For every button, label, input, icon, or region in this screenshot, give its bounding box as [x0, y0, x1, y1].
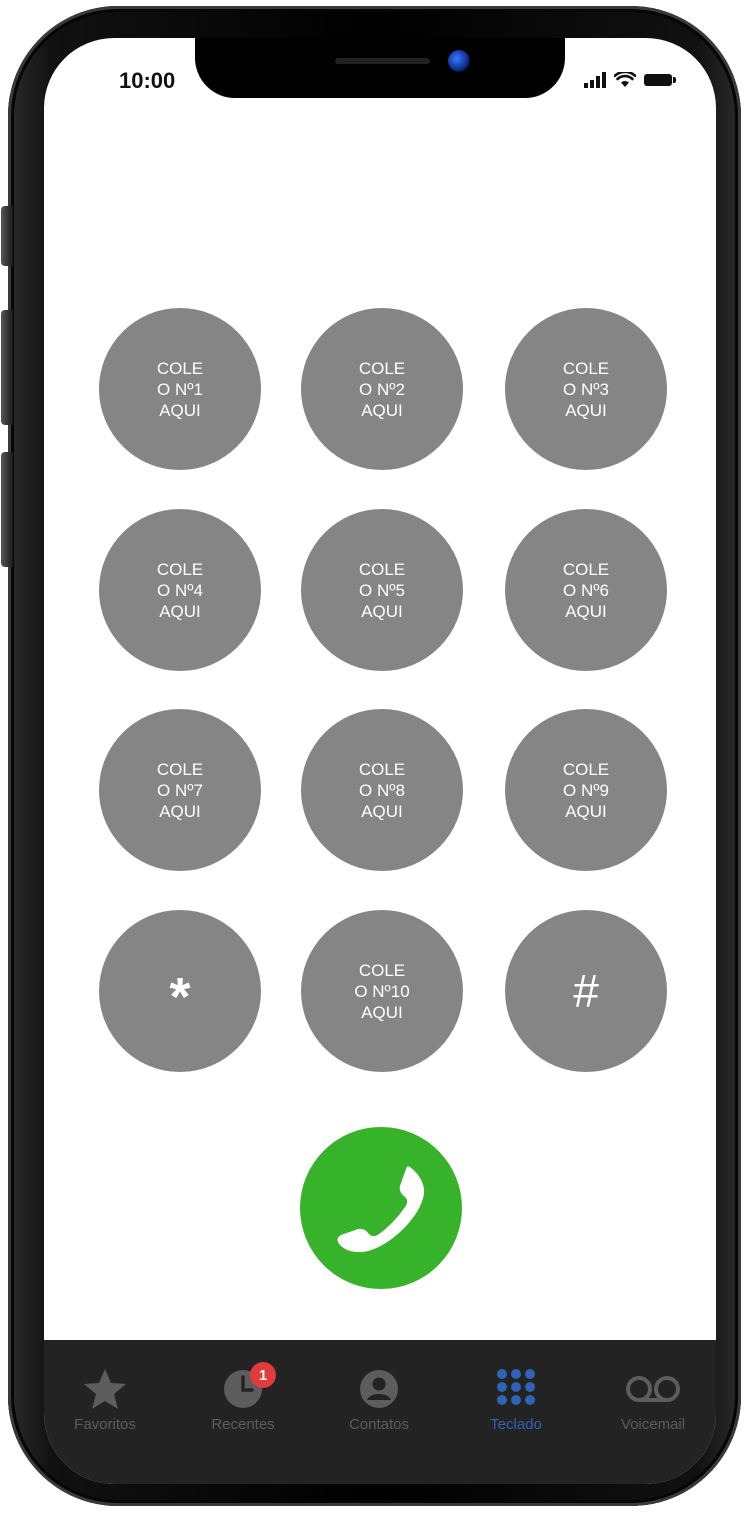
- key-9[interactable]: COLE O Nº9 AQUI: [505, 709, 667, 871]
- call-button[interactable]: [300, 1127, 462, 1289]
- tab-contatos[interactable]: Contatos: [324, 1368, 434, 1433]
- keypad-grid-icon: [497, 1369, 535, 1405]
- key-label: COLE O Nº8 AQUI: [358, 759, 406, 821]
- key-8[interactable]: COLE O Nº8 AQUI: [301, 709, 463, 871]
- key-label: COLE O Nº2 AQUI: [358, 358, 406, 420]
- key-label: COLE O Nº6 AQUI: [562, 559, 610, 621]
- notch: [195, 38, 565, 98]
- person-circle-icon: [360, 1370, 398, 1408]
- volume-up-button: [1, 310, 13, 425]
- tab-label: Teclado: [490, 1416, 542, 1433]
- tab-label: Voicemail: [620, 1416, 686, 1433]
- speaker-grille: [335, 58, 430, 64]
- wifi-icon: [614, 72, 636, 87]
- key-label: COLE O Nº5 AQUI: [358, 559, 406, 621]
- status-icons: [584, 72, 676, 88]
- key-7[interactable]: COLE O Nº7 AQUI: [99, 709, 261, 871]
- key-3[interactable]: COLE O Nº3 AQUI: [505, 308, 667, 470]
- key-2[interactable]: COLE O Nº2 AQUI: [301, 308, 463, 470]
- tab-voicemail[interactable]: Voicemail: [598, 1368, 708, 1433]
- star-icon: [84, 1369, 126, 1409]
- key-hash[interactable]: #: [505, 910, 667, 1072]
- phone-screen: 10:00 COLE O Nº1 AQUI COLE O Nº2 AQUI CO…: [44, 38, 716, 1484]
- key-label: COLE O Nº7 AQUI: [156, 759, 204, 821]
- tab-label: Recentes: [211, 1416, 275, 1433]
- key-label: COLE O Nº1 AQUI: [156, 358, 204, 420]
- key-label: COLE O Nº4 AQUI: [156, 559, 204, 621]
- tab-teclado[interactable]: Teclado: [461, 1368, 571, 1433]
- key-label: COLE O Nº3 AQUI: [562, 358, 610, 420]
- tab-favoritos[interactable]: Favoritos: [50, 1368, 160, 1433]
- key-label: *: [169, 967, 191, 1027]
- key-label: COLE O Nº10 AQUI: [354, 960, 410, 1022]
- key-label: COLE O Nº9 AQUI: [562, 759, 610, 821]
- battery-icon: [644, 74, 676, 86]
- tab-label: Contatos: [348, 1416, 410, 1433]
- key-5[interactable]: COLE O Nº5 AQUI: [301, 509, 463, 671]
- phone-handset-icon: [337, 1166, 425, 1253]
- front-camera: [448, 50, 470, 72]
- voicemail-icon: [626, 1376, 680, 1402]
- key-label: #: [573, 965, 599, 1017]
- mute-switch: [1, 206, 13, 266]
- key-1[interactable]: COLE O Nº1 AQUI: [99, 308, 261, 470]
- key-4[interactable]: COLE O Nº4 AQUI: [99, 509, 261, 671]
- tab-bar: Favoritos 1 Recentes Contatos Teclado Vo…: [44, 1340, 716, 1484]
- tab-label: Favoritos: [74, 1416, 136, 1433]
- signal-icon: [584, 72, 606, 88]
- badge-count: 1: [250, 1362, 276, 1388]
- tab-recentes[interactable]: 1 Recentes: [188, 1362, 298, 1433]
- status-time: 10:00: [119, 68, 176, 93]
- key-6[interactable]: COLE O Nº6 AQUI: [505, 509, 667, 671]
- key-10[interactable]: COLE O Nº10 AQUI: [301, 910, 463, 1072]
- key-star[interactable]: *: [99, 910, 261, 1072]
- volume-down-button: [1, 452, 13, 567]
